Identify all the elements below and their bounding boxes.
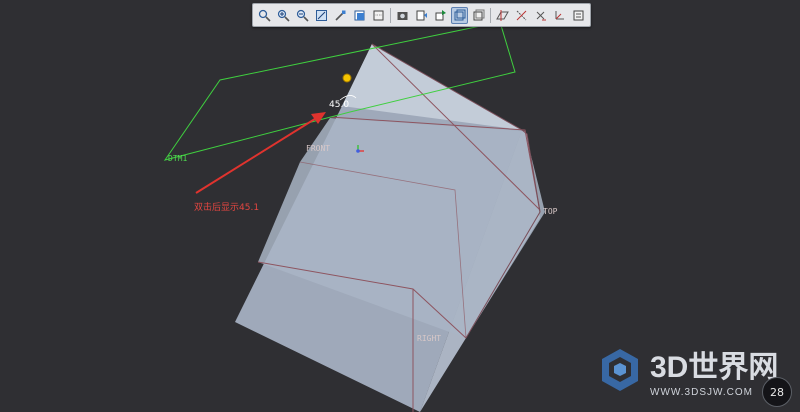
wireframe-button[interactable] [451,6,468,24]
datum-plane-display-button[interactable] [494,7,511,24]
drag-handle[interactable] [342,73,352,83]
csys-display-icon [555,10,564,19]
zoom-in-icon [277,9,290,22]
plane-label-top: TOP [543,207,558,216]
datum-point-display-icon [536,11,546,20]
shading-button[interactable] [351,7,368,24]
refit-button[interactable] [313,7,330,24]
watermark-title: 3D世界网 [650,351,778,384]
named-view-icon [416,10,427,20]
toolbar-separator [490,7,491,23]
saved-view-button[interactable] [394,7,411,24]
watermark-url: WWW.3DSJW.COM [650,387,753,398]
zoom-window-button[interactable] [256,7,273,24]
hidden-line-icon [373,10,384,20]
datum-plane-display-icon [496,9,509,21]
plane-label-front: FRONT [306,144,330,153]
repaint-icon [335,10,346,21]
wireframe-icon [454,9,466,20]
datum-point-display-button[interactable] [532,7,549,24]
status-value: 28 [770,385,784,399]
watermark-cube-logo [602,349,638,391]
datum-label-dtm1: DTM1 [168,154,187,163]
zoom-in-button[interactable] [275,7,292,24]
refit-icon [316,9,327,21]
dimension-value[interactable]: 45.0 [329,100,349,110]
zoom-window-icon [258,9,271,22]
annotation-display-icon [573,10,584,20]
annotation-display-button[interactable] [570,7,587,24]
saved-view-icon [397,11,408,20]
toolbar-separator [390,7,391,23]
shading-icon [354,10,365,20]
datum-axis-display-icon [516,10,527,20]
status-badge: 28 [762,377,792,407]
datum-axis-display-button[interactable] [513,7,530,24]
csys-display-button[interactable] [551,7,568,24]
zoom-out-button[interactable] [294,7,311,24]
plane-label-right: RIGHT [417,334,441,343]
annotation-text: 双击后显示45.1 [194,201,259,213]
no-hidden-icon [473,9,485,20]
reorient-icon [435,9,446,20]
zoom-out-icon [296,9,309,22]
named-view-button[interactable] [413,7,430,24]
repaint-button[interactable] [332,7,349,24]
cube-model[interactable] [235,43,545,412]
view-toolbar [252,3,591,27]
no-hidden-button[interactable] [470,7,487,24]
reorient-button[interactable] [432,7,449,24]
hidden-line-button[interactable] [370,7,387,24]
